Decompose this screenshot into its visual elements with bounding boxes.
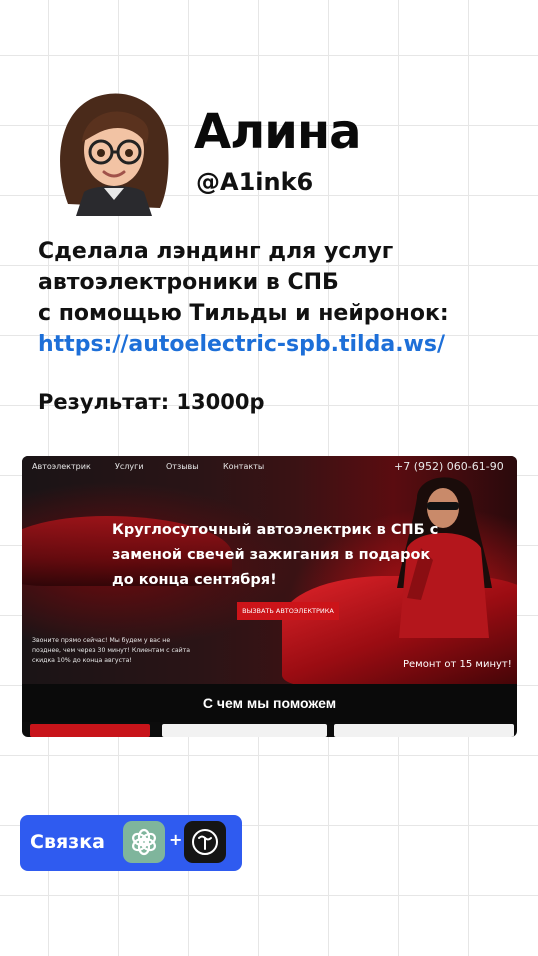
plus-sign: + [169, 830, 183, 849]
chatgpt-icon [123, 821, 165, 863]
nav-contacts[interactable]: Контакты [223, 462, 264, 471]
nav-reviews[interactable]: Отзывы [166, 462, 199, 471]
description-line: с помощью Тильды и нейронок: [38, 301, 449, 326]
tools-label: Связка [30, 831, 105, 853]
call-text: Звоните прямо сейчас! Мы будем у вас не … [32, 636, 212, 666]
result-text: Результат: 13000р [38, 390, 265, 414]
service-card[interactable] [162, 724, 327, 737]
hero-title-line: заменой свечей зажигания в подарок [112, 547, 431, 563]
nav-services[interactable]: Услуги [115, 462, 144, 471]
nav-brand[interactable]: Автоэлектрик [32, 462, 91, 471]
avatar [48, 84, 180, 216]
hero-title-line: Круглосуточный автоэлектрик в СПБ с [112, 522, 439, 538]
help-section-title: С чем мы поможем [22, 684, 517, 722]
landing-screenshot: Автоэлектрик Услуги Отзывы Контакты +7 (… [22, 456, 517, 737]
repair-text: Ремонт от 15 минут! [403, 659, 512, 670]
call-text-line: скидка 10% до конца августа! [32, 657, 132, 664]
landing-link[interactable]: https://autoelectric-spb.tilda.ws/ [38, 329, 518, 360]
service-cards [22, 722, 517, 737]
landing-nav: Автоэлектрик Услуги Отзывы Контакты +7 (… [32, 460, 507, 476]
service-card[interactable] [334, 724, 514, 737]
nav-phone[interactable]: +7 (952) 060-61-90 [394, 460, 504, 473]
call-text-line: Звоните прямо сейчас! Мы будем у вас не [32, 637, 171, 644]
description-line: автоэлектроники в СПБ [38, 270, 339, 295]
description: Сделала лэндинг для услуг автоэлектроник… [38, 236, 518, 360]
description-line: Сделала лэндинг для услуг [38, 239, 394, 264]
profile-handle: @A1ink6 [196, 168, 314, 196]
call-text-line: позднее, чем через 30 минут! Клиентам с … [32, 647, 191, 654]
tools-pill: Связка + [20, 815, 242, 871]
tilda-icon [184, 821, 226, 863]
hero-title-line: до конца сентября! [112, 572, 277, 588]
hero-section: Автоэлектрик Услуги Отзывы Контакты +7 (… [22, 456, 517, 686]
profile-name: Алина [194, 104, 361, 160]
service-card[interactable] [30, 724, 150, 737]
call-electrician-button[interactable]: ВЫЗВАТЬ АВТОЭЛЕКТРИКА [237, 602, 339, 620]
hero-title: Круглосуточный автоэлектрик в СПБ с заме… [112, 518, 442, 593]
